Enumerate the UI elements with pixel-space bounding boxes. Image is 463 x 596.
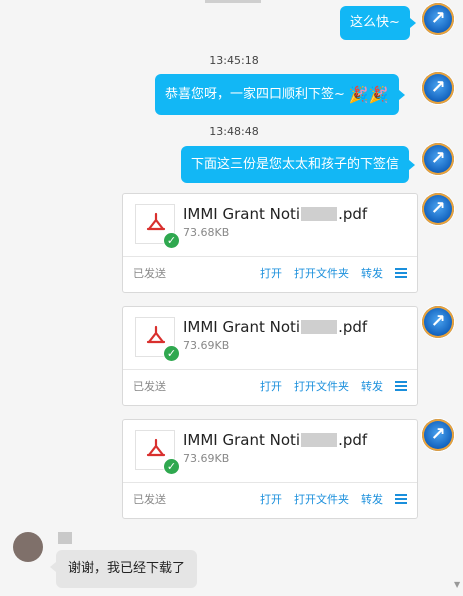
redacted-contact-name xyxy=(58,532,72,544)
file-status: 已发送 xyxy=(133,493,166,506)
user-avatar[interactable]: ↗ xyxy=(422,193,454,225)
divider xyxy=(123,256,417,257)
divider xyxy=(123,369,417,370)
user-avatar[interactable]: ↗ xyxy=(422,143,454,175)
pdf-glyph-icon xyxy=(146,212,166,231)
message-bubble: 谢谢，我已经下载了 xyxy=(49,550,198,588)
open-folder-button[interactable]: 打开文件夹 xyxy=(294,491,349,507)
file-status: 已发送 xyxy=(133,267,166,280)
message-text: 下面这三份是您太太和孩子的下签信 xyxy=(191,156,400,172)
file-card[interactable]: ✓ IMMI Grant Noti .pdf 73.68KB 已发送 打开 打开文… xyxy=(122,193,418,293)
menu-icon[interactable] xyxy=(395,381,407,391)
file-name[interactable]: IMMI Grant Noti .pdf xyxy=(183,205,367,223)
divider xyxy=(123,482,417,483)
open-button[interactable]: 打开 xyxy=(260,265,282,281)
avatar-glyph-icon: ↗ xyxy=(430,77,446,98)
user-avatar[interactable]: ↗ xyxy=(422,306,454,338)
pdf-file-icon[interactable]: ✓ xyxy=(135,317,180,362)
contact-avatar[interactable] xyxy=(13,532,43,562)
avatar-glyph-icon: ↗ xyxy=(430,424,446,445)
timestamp: 13:48:48 xyxy=(209,125,259,138)
file-name-prefix: IMMI Grant Noti xyxy=(183,318,301,336)
forward-button[interactable]: 转发 xyxy=(361,265,383,281)
open-folder-button[interactable]: 打开文件夹 xyxy=(294,378,349,394)
file-name[interactable]: IMMI Grant Noti .pdf xyxy=(183,318,367,336)
file-name-prefix: IMMI Grant Noti xyxy=(183,205,301,223)
avatar-glyph-icon: ↗ xyxy=(430,198,446,219)
message-text: 恭喜您呀，一家四口顺利下签~ xyxy=(165,86,345,102)
file-size: 73.69KB xyxy=(183,452,230,465)
file-name-prefix: IMMI Grant Noti xyxy=(183,431,301,449)
file-card[interactable]: ✓ IMMI Grant Noti .pdf 73.69KB 已发送 打开 打开文… xyxy=(122,419,418,519)
avatar-glyph-icon: ↗ xyxy=(430,8,446,29)
scroll-down-icon[interactable]: ▼ xyxy=(454,580,462,592)
avatar-glyph-icon: ↗ xyxy=(430,148,446,169)
message-text: 这么快~ xyxy=(350,15,400,30)
file-actions: 打开 打开文件夹 转发 xyxy=(248,491,407,507)
timestamp: 13:45:18 xyxy=(209,54,259,67)
file-name-suffix: .pdf xyxy=(338,318,368,336)
open-button[interactable]: 打开 xyxy=(260,378,282,394)
redacted-text xyxy=(301,207,338,221)
file-size: 73.68KB xyxy=(183,226,230,239)
pdf-file-icon[interactable]: ✓ xyxy=(135,204,180,249)
open-folder-button[interactable]: 打开文件夹 xyxy=(294,265,349,281)
file-name-suffix: .pdf xyxy=(338,205,368,223)
file-actions: 打开 打开文件夹 转发 xyxy=(248,265,407,281)
message-bubble: 下面这三份是您太太和孩子的下签信 xyxy=(181,146,416,183)
redacted-text xyxy=(301,433,338,447)
open-button[interactable]: 打开 xyxy=(260,491,282,507)
menu-icon[interactable] xyxy=(395,494,407,504)
avatar-glyph-icon: ↗ xyxy=(430,311,446,332)
pdf-file-icon[interactable]: ✓ xyxy=(135,430,180,475)
party-emoji-icon: 🎉🎉 xyxy=(348,84,389,104)
check-circle-icon: ✓ xyxy=(163,458,180,475)
clipped-timestamp xyxy=(205,0,261,3)
user-avatar[interactable]: ↗ xyxy=(422,419,454,451)
check-circle-icon: ✓ xyxy=(163,345,180,362)
file-name-suffix: .pdf xyxy=(338,431,368,449)
pdf-glyph-icon xyxy=(146,325,166,344)
file-name[interactable]: IMMI Grant Noti .pdf xyxy=(183,431,367,449)
file-size: 73.69KB xyxy=(183,339,230,352)
user-avatar[interactable]: ↗ xyxy=(422,3,454,35)
message-bubble: 这么快~ xyxy=(340,6,416,40)
redacted-text xyxy=(301,320,338,334)
menu-icon[interactable] xyxy=(395,268,407,278)
forward-button[interactable]: 转发 xyxy=(361,378,383,394)
file-actions: 打开 打开文件夹 转发 xyxy=(248,378,407,394)
file-status: 已发送 xyxy=(133,380,166,393)
file-card[interactable]: ✓ IMMI Grant Noti .pdf 73.69KB 已发送 打开 打开文… xyxy=(122,306,418,406)
message-bubble: 恭喜您呀，一家四口顺利下签~ 🎉🎉 xyxy=(155,74,405,115)
check-circle-icon: ✓ xyxy=(163,232,180,249)
message-text: 谢谢，我已经下载了 xyxy=(68,561,186,576)
forward-button[interactable]: 转发 xyxy=(361,491,383,507)
pdf-glyph-icon xyxy=(146,438,166,457)
user-avatar[interactable]: ↗ xyxy=(422,72,454,104)
